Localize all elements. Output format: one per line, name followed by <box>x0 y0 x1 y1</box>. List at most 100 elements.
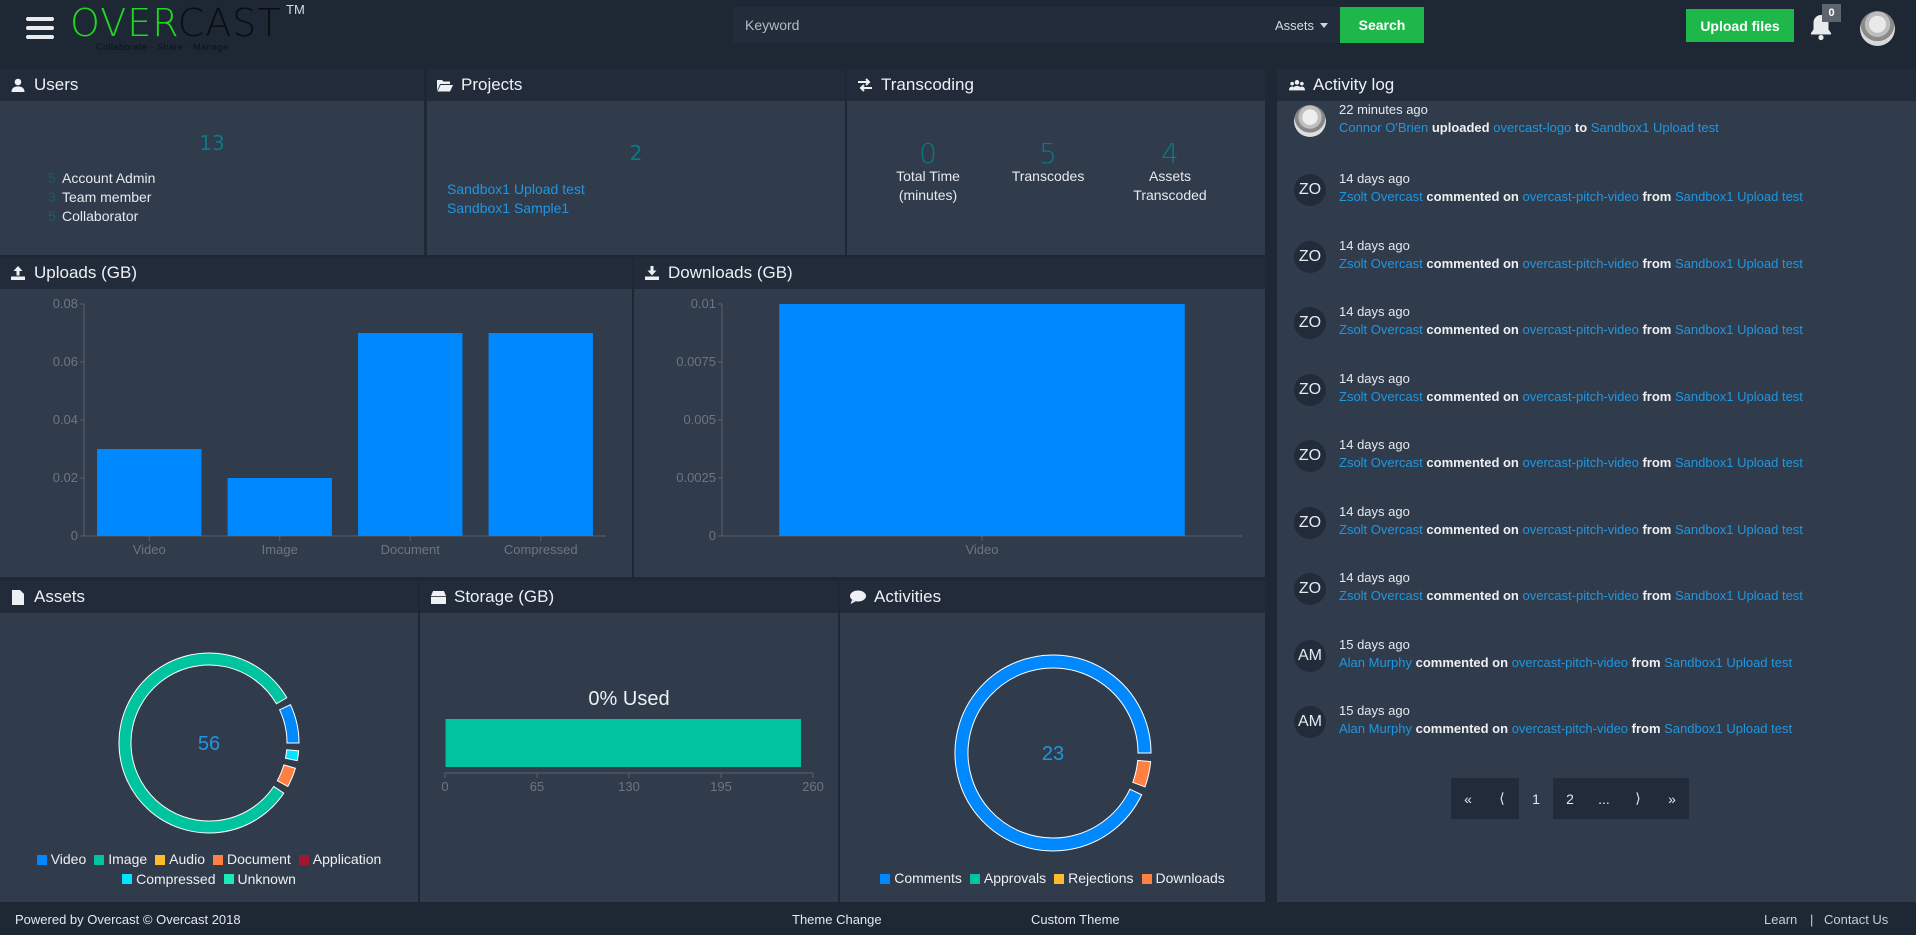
activity-project-link[interactable]: Sandbox1 Upload test <box>1675 389 1803 404</box>
activity-user-link[interactable]: Zsolt Overcast <box>1339 588 1423 603</box>
pagination-prev[interactable]: ⟨ <box>1485 778 1519 819</box>
donut-center-total: 23 <box>1042 743 1064 765</box>
search-input[interactable] <box>733 7 1263 43</box>
search-button[interactable]: Search <box>1340 7 1424 43</box>
legend-item[interactable]: Audio <box>155 850 205 869</box>
activity-asset-link[interactable]: overcast-pitch-video <box>1523 522 1639 537</box>
pagination-ellipsis[interactable]: ... <box>1587 778 1621 819</box>
stat-value: 0 <box>873 141 983 167</box>
search-type-dropdown[interactable]: Assets <box>1263 7 1340 43</box>
user-initials-avatar[interactable]: ZO <box>1294 307 1326 339</box>
pagination-last[interactable]: » <box>1655 778 1689 819</box>
user-initials-avatar[interactable]: ZO <box>1294 241 1326 273</box>
slice-compressed[interactable] <box>285 750 298 761</box>
user-avatar[interactable] <box>1294 105 1326 137</box>
legend-item[interactable]: Image <box>94 850 147 869</box>
user-initials-avatar[interactable]: AM <box>1294 640 1326 672</box>
stat-label: Transcoded <box>1115 186 1225 205</box>
activity-text: Alan Murphy commented on overcast-pitch-… <box>1339 721 1792 736</box>
activity-project-link[interactable]: Sandbox1 Upload test <box>1664 721 1792 736</box>
activity-asset-link[interactable]: overcast-pitch-video <box>1512 655 1628 670</box>
activity-project-link[interactable]: Sandbox1 Upload test <box>1591 120 1719 135</box>
storage-title: Storage (GB) <box>454 587 554 607</box>
legend-item[interactable]: Unknown <box>224 870 296 889</box>
activity-asset-link[interactable]: overcast-pitch-video <box>1523 455 1639 470</box>
activity-asset-link[interactable]: overcast-pitch-video <box>1523 588 1639 603</box>
bar-document[interactable] <box>358 333 462 536</box>
bar-video[interactable] <box>97 449 201 536</box>
activity-project-link[interactable]: Sandbox1 Upload test <box>1664 655 1792 670</box>
y-tick-label: 0.01 <box>691 296 716 311</box>
x-tick-label: 0 <box>441 779 448 793</box>
activity-asset-link[interactable]: overcast-pitch-video <box>1523 322 1639 337</box>
pagination-next[interactable]: ⟩ <box>1621 778 1655 819</box>
user-avatar[interactable] <box>1860 11 1895 46</box>
project-link[interactable]: Sandbox1 Sample1 <box>447 199 585 218</box>
activity-user-link[interactable]: Alan Murphy <box>1339 721 1412 736</box>
bar-video[interactable] <box>779 304 1185 536</box>
hamburger-menu-icon[interactable] <box>26 17 54 39</box>
user-initials-avatar[interactable]: ZO <box>1294 374 1326 406</box>
assets-panel-header: Assets <box>0 581 418 613</box>
legend-item[interactable]: Document <box>213 850 291 869</box>
activity-project-link[interactable]: Sandbox1 Upload test <box>1675 256 1803 271</box>
slice-downloads[interactable] <box>1133 760 1151 786</box>
slice-document[interactable] <box>277 765 295 787</box>
activity-user-link[interactable]: Zsolt Overcast <box>1339 389 1423 404</box>
activity-project-link[interactable]: Sandbox1 Upload test <box>1675 588 1803 603</box>
bar-image[interactable] <box>228 478 332 536</box>
users-total: 13 <box>0 131 424 155</box>
activity-user-link[interactable]: Zsolt Overcast <box>1339 322 1423 337</box>
user-initials-avatar[interactable]: AM <box>1294 706 1326 738</box>
project-link[interactable]: Sandbox1 Upload test <box>447 180 585 199</box>
activity-user-link[interactable]: Alan Murphy <box>1339 655 1412 670</box>
user-roles-list: 5Account Admin 3Team member 5Collaborato… <box>48 169 155 226</box>
user-initials-avatar[interactable]: ZO <box>1294 507 1326 539</box>
legend-item[interactable]: Comments <box>880 869 962 888</box>
custom-theme-link[interactable]: Custom Theme <box>1031 912 1120 927</box>
legend-item[interactable]: Application <box>299 850 382 869</box>
theme-change-link[interactable]: Theme Change <box>792 912 882 927</box>
activity-asset-link[interactable]: overcast-pitch-video <box>1523 189 1639 204</box>
activity-project-link[interactable]: Sandbox1 Upload test <box>1675 189 1803 204</box>
contact-us-link[interactable]: Contact Us <box>1824 912 1888 927</box>
logo-trademark: TM <box>286 2 305 17</box>
learn-link[interactable]: Learn <box>1764 912 1797 927</box>
pagination-page-1[interactable]: 1 <box>1519 778 1553 819</box>
overcast-logo[interactable]: OVERCAST TM Collaborate · Share · Manage <box>70 2 282 50</box>
user-initials-avatar[interactable]: ZO <box>1294 440 1326 472</box>
legend-item[interactable]: Rejections <box>1054 869 1133 888</box>
activity-user-link[interactable]: Zsolt Overcast <box>1339 455 1423 470</box>
upload-files-button[interactable]: Upload files <box>1686 9 1794 42</box>
bar-compressed[interactable] <box>489 333 593 536</box>
user-role-item: 5Collaborator <box>48 207 155 226</box>
legend-item[interactable]: Compressed <box>122 870 215 889</box>
activity-user-link[interactable]: Connor O'Brien <box>1339 120 1428 135</box>
activity-project-link[interactable]: Sandbox1 Upload test <box>1675 522 1803 537</box>
user-initials-avatar[interactable]: ZO <box>1294 573 1326 605</box>
pagination-first[interactable]: « <box>1451 778 1485 819</box>
file-icon <box>10 589 26 605</box>
assets-title: Assets <box>34 587 85 607</box>
activity-asset-link[interactable]: overcast-logo <box>1493 120 1571 135</box>
activity-user-link[interactable]: Zsolt Overcast <box>1339 522 1423 537</box>
x-tick-label: Video <box>965 542 998 557</box>
activity-asset-link[interactable]: overcast-pitch-video <box>1512 721 1628 736</box>
activities-panel: Activities 23 CommentsApprovalsRejection… <box>840 581 1265 902</box>
activity-user-link[interactable]: Zsolt Overcast <box>1339 256 1423 271</box>
pagination-page-2[interactable]: 2 <box>1553 778 1587 819</box>
activity-user-link[interactable]: Zsolt Overcast <box>1339 189 1423 204</box>
activity-asset-link[interactable]: overcast-pitch-video <box>1523 389 1639 404</box>
activity-text: Zsolt Overcast commented on overcast-pit… <box>1339 256 1803 271</box>
uploads-panel: Uploads (GB) 00.020.040.060.08VideoImage… <box>0 257 632 577</box>
activity-asset-link[interactable]: overcast-pitch-video <box>1523 256 1639 271</box>
activity-project-link[interactable]: Sandbox1 Upload test <box>1675 322 1803 337</box>
legend-item[interactable]: Video <box>37 850 87 869</box>
slice-video[interactable] <box>280 705 299 743</box>
activities-donut-chart: 23 <box>840 613 1265 863</box>
activity-project-link[interactable]: Sandbox1 Upload test <box>1675 455 1803 470</box>
legend-item[interactable]: Approvals <box>970 869 1046 888</box>
user-initials-avatar[interactable]: ZO <box>1294 174 1326 206</box>
legend-item[interactable]: Downloads <box>1142 869 1225 888</box>
activity-item: ZO14 days agoZsolt Overcast commented on… <box>1277 573 1916 633</box>
